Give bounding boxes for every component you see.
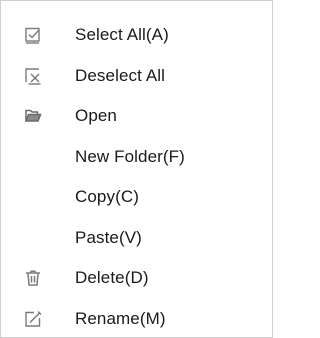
rename-icon	[23, 309, 43, 329]
menu-item-label: Paste(V)	[75, 227, 142, 247]
menu-item-label: Copy(C)	[75, 187, 139, 207]
menu-item-rename[interactable]: Rename(M)	[1, 299, 272, 338]
context-menu: Select All(A) Deselect All Open New Fold…	[0, 0, 273, 338]
menu-item-label: Delete(D)	[75, 268, 149, 288]
select-all-icon	[23, 25, 43, 45]
menu-item-new-folder[interactable]: New Folder(F)	[1, 137, 272, 178]
menu-item-open[interactable]: Open	[1, 96, 272, 137]
menu-item-delete[interactable]: Delete(D)	[1, 258, 272, 299]
menu-item-label: Select All(A)	[75, 25, 169, 45]
menu-item-label: Rename(M)	[75, 308, 166, 328]
menu-item-label: Open	[75, 106, 117, 126]
menu-item-label: New Folder(F)	[75, 146, 185, 166]
menu-item-label: Deselect All	[75, 65, 166, 85]
menu-item-paste[interactable]: Paste(V)	[1, 218, 272, 259]
menu-item-deselect-all[interactable]: Deselect All	[1, 56, 272, 97]
trash-icon	[23, 268, 43, 288]
menu-item-copy[interactable]: Copy(C)	[1, 177, 272, 218]
open-folder-icon	[23, 106, 43, 126]
menu-item-select-all[interactable]: Select All(A)	[1, 15, 272, 56]
deselect-all-icon	[23, 66, 43, 86]
